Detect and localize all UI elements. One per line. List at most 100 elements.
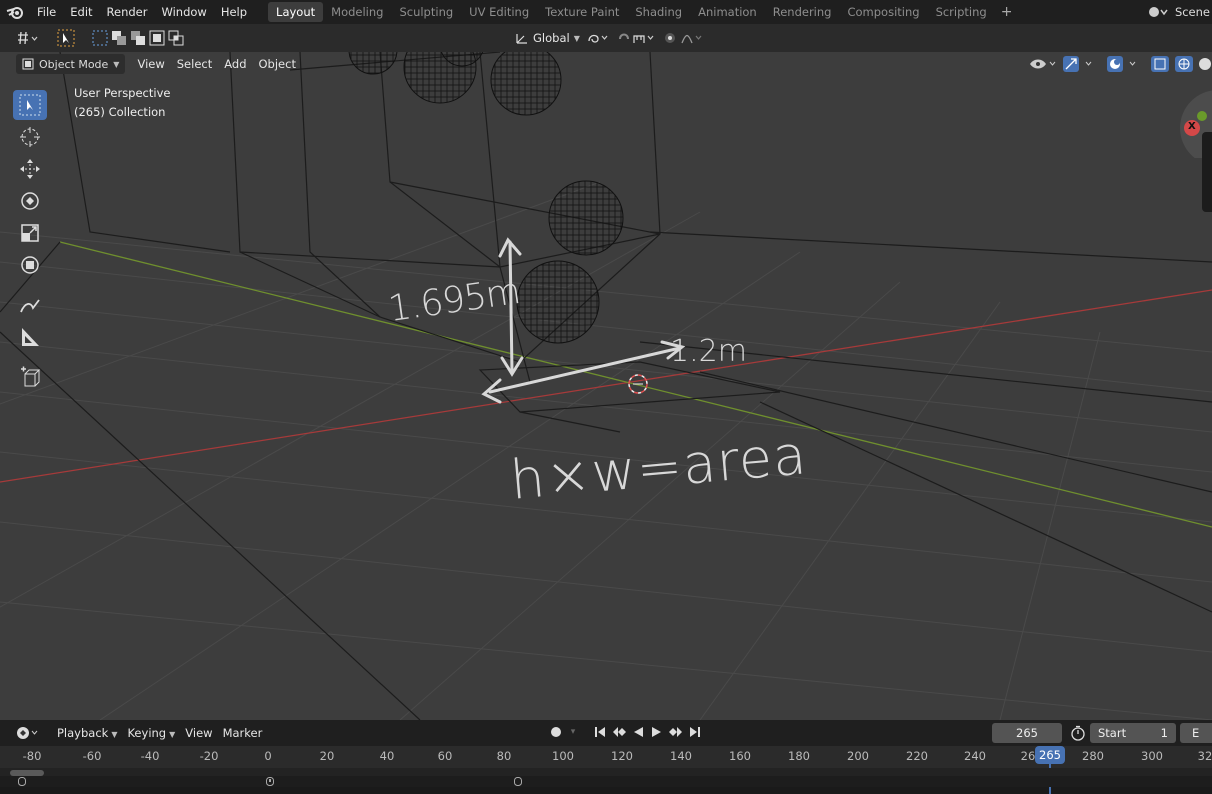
- tab-uv-editing[interactable]: UV Editing: [461, 2, 537, 22]
- 3d-viewport[interactable]: 1.695m 1.2m h×w=area Object Mode ▼ View …: [0, 52, 1212, 720]
- collection-label: (265) Collection: [74, 105, 166, 119]
- playhead-frame-label[interactable]: 265: [1035, 746, 1065, 764]
- timeline-track[interactable]: [0, 768, 1212, 776]
- move-icon: [20, 159, 40, 179]
- tick-label: -60: [82, 749, 102, 763]
- tab-texture-paint[interactable]: Texture Paint: [537, 2, 627, 22]
- select-box-tool[interactable]: [13, 90, 47, 120]
- menu-file[interactable]: File: [30, 0, 63, 24]
- timeline-menu-marker[interactable]: Marker: [218, 726, 268, 740]
- tab-layout[interactable]: Layout: [268, 2, 324, 22]
- rotate-tool[interactable]: [13, 186, 47, 216]
- transform-orientation-dropdown[interactable]: Global ▼: [515, 31, 580, 45]
- sidebar-toggle[interactable]: [1202, 132, 1212, 212]
- scale-tool[interactable]: [13, 218, 47, 248]
- tab-modeling[interactable]: Modeling: [323, 2, 391, 22]
- tick-label: 26: [1020, 749, 1036, 763]
- visibility-icon[interactable]: [1028, 56, 1058, 72]
- selection-mode-buttons: [90, 28, 186, 48]
- current-frame-field[interactable]: 265: [992, 723, 1062, 743]
- xray-icon[interactable]: [1150, 55, 1170, 73]
- measure-tool[interactable]: [13, 322, 47, 352]
- chevron-down-icon: ▼: [113, 59, 120, 69]
- tab-scripting[interactable]: Scripting: [928, 2, 995, 22]
- cursor-icon: [20, 127, 40, 147]
- chevron-down-icon[interactable]: ▾: [567, 724, 579, 740]
- play-icon[interactable]: [649, 724, 665, 740]
- transform-tool[interactable]: [13, 250, 47, 280]
- snap-icon[interactable]: [618, 31, 658, 45]
- tab-compositing[interactable]: Compositing: [839, 2, 927, 22]
- pivot-point-icon[interactable]: [586, 31, 612, 45]
- select-tool-mode-icon[interactable]: [56, 28, 76, 48]
- select-invert-icon[interactable]: [149, 30, 165, 46]
- select-subtract-icon[interactable]: [130, 30, 146, 46]
- scene-selector[interactable]: Scene: [1147, 0, 1212, 24]
- end-frame-field[interactable]: E: [1180, 723, 1212, 743]
- menu-render[interactable]: Render: [100, 0, 155, 24]
- jump-start-icon[interactable]: [592, 724, 608, 740]
- tab-rendering[interactable]: Rendering: [765, 2, 840, 22]
- select-extend-icon[interactable]: [111, 30, 127, 46]
- mouse-middle-icon: [266, 777, 274, 786]
- add-workspace-button[interactable]: +: [995, 4, 1019, 20]
- frame-ruler[interactable]: -80 -60 -40 -20 0 20 40 60 80 100 120 14…: [0, 746, 1212, 794]
- tick-label: 120: [611, 749, 633, 763]
- select-new-icon[interactable]: [92, 30, 108, 46]
- blender-logo-icon[interactable]: [0, 0, 30, 24]
- tab-shading[interactable]: Shading: [627, 2, 690, 22]
- scene-name: Scene: [1174, 5, 1210, 19]
- menu-edit[interactable]: Edit: [63, 0, 99, 24]
- tick-label: 20: [319, 749, 335, 763]
- wireframe-shading-icon[interactable]: [1174, 55, 1194, 73]
- keying-menu[interactable]: Keying ▼: [122, 726, 180, 740]
- transform-pivot-icon[interactable]: [14, 28, 40, 48]
- start-frame-field[interactable]: Start 1: [1090, 723, 1176, 743]
- start-label: Start: [1098, 726, 1127, 740]
- tab-sculpting[interactable]: Sculpting: [391, 2, 461, 22]
- workspace-tabs: Layout Modeling Sculpting UV Editing Tex…: [268, 0, 1018, 24]
- record-icon[interactable]: [548, 724, 564, 740]
- gizmo-toggle-icon[interactable]: [1062, 55, 1102, 73]
- playback-label: Playback: [57, 726, 109, 740]
- annotation-width: 1.2m: [670, 334, 747, 369]
- cursor-tool[interactable]: [13, 122, 47, 152]
- start-value: 1: [1160, 726, 1168, 740]
- object-mode-dropdown[interactable]: Object Mode ▼: [16, 54, 126, 74]
- viewport-header: Object Mode ▼ View Select Add Object: [0, 52, 302, 76]
- move-tool[interactable]: [13, 154, 47, 184]
- playback-menu[interactable]: Playback ▼: [52, 726, 122, 740]
- select-intersect-icon[interactable]: [168, 30, 184, 46]
- next-keyframe-icon[interactable]: [668, 724, 684, 740]
- viewport-menu-select[interactable]: Select: [171, 54, 218, 74]
- orientation-label: Global: [533, 31, 570, 45]
- viewport-menu-add[interactable]: Add: [218, 54, 252, 74]
- mouse-right-icon: [514, 777, 522, 786]
- viewport-menu-object[interactable]: Object: [253, 54, 302, 74]
- tick-label: 0: [264, 749, 272, 763]
- viewport-menu-view[interactable]: View: [131, 54, 170, 74]
- viewport-scene: [0, 52, 1212, 720]
- timeline-menu-view[interactable]: View: [180, 726, 217, 740]
- overlays-icon[interactable]: [1106, 55, 1146, 73]
- stopwatch-icon[interactable]: [1070, 725, 1086, 741]
- add-cube-tool[interactable]: [13, 362, 47, 392]
- solid-shading-icon[interactable]: [1198, 55, 1212, 73]
- menu-help[interactable]: Help: [214, 0, 254, 24]
- proportional-editing-icon[interactable]: [664, 31, 708, 45]
- object-mode-icon: [22, 58, 34, 70]
- editor-type-icon[interactable]: [16, 725, 44, 741]
- jump-end-icon[interactable]: [687, 724, 703, 740]
- prev-keyframe-icon[interactable]: [611, 724, 627, 740]
- tick-label: 160: [729, 749, 751, 763]
- select-box-icon: [19, 94, 41, 116]
- viewport-shading-controls: [1028, 52, 1212, 76]
- transform-icon: [21, 256, 39, 274]
- tab-animation[interactable]: Animation: [690, 2, 765, 22]
- tick-label: 60: [437, 749, 453, 763]
- tick-label: 240: [964, 749, 986, 763]
- menu-window[interactable]: Window: [154, 0, 213, 24]
- play-reverse-icon[interactable]: [630, 724, 646, 740]
- tool-settings-header: Global ▼: [0, 24, 1212, 52]
- annotate-tool[interactable]: [13, 290, 47, 320]
